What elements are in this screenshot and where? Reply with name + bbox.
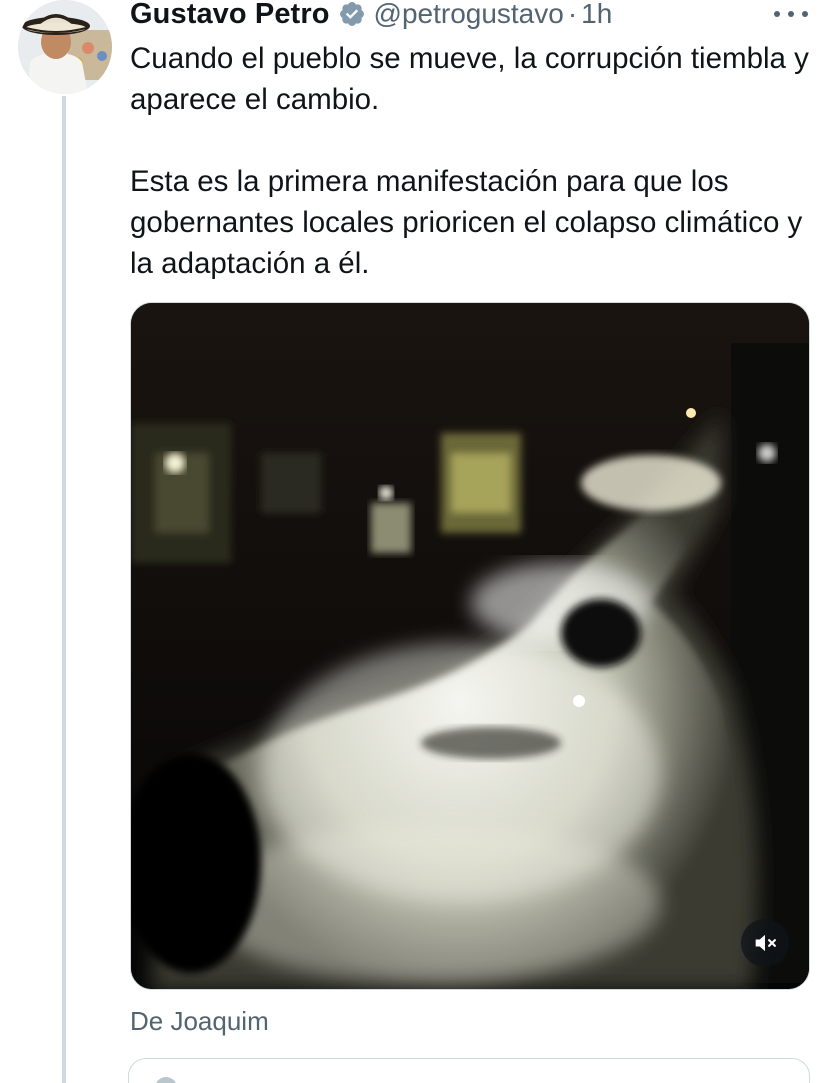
author-handle[interactable]: @petrogustavo [374,0,564,30]
tweet-timestamp[interactable]: 1h [581,0,612,30]
quoted-tweet-card[interactable] [128,1058,810,1083]
verified-badge-icon[interactable] [338,0,366,28]
video-frame [131,303,809,989]
video-source-attribution[interactable]: De Joaquim [130,1006,269,1037]
author-avatar[interactable] [18,0,112,94]
tweet-text: Cuando el pueblo se mueve, la corrupción… [130,38,810,284]
tweet-header: Gustavo Petro @petrogustavo · 1h [130,0,612,34]
video-player[interactable] [130,302,810,990]
tweet-thread: Gustavo Petro @petrogustavo · 1h Cuando … [0,0,828,1083]
quoted-author-avatar [155,1077,177,1083]
volume-muted-icon[interactable] [741,919,789,967]
thread-connector-line [62,96,66,1083]
author-name[interactable]: Gustavo Petro [130,0,330,31]
more-options-icon[interactable] [774,2,808,26]
header-separator: · [567,0,578,29]
tweet-paragraph: Esta es la primera manifestación para qu… [130,165,803,280]
tweet-paragraph: Cuando el pueblo se mueve, la corrupción… [130,42,809,116]
